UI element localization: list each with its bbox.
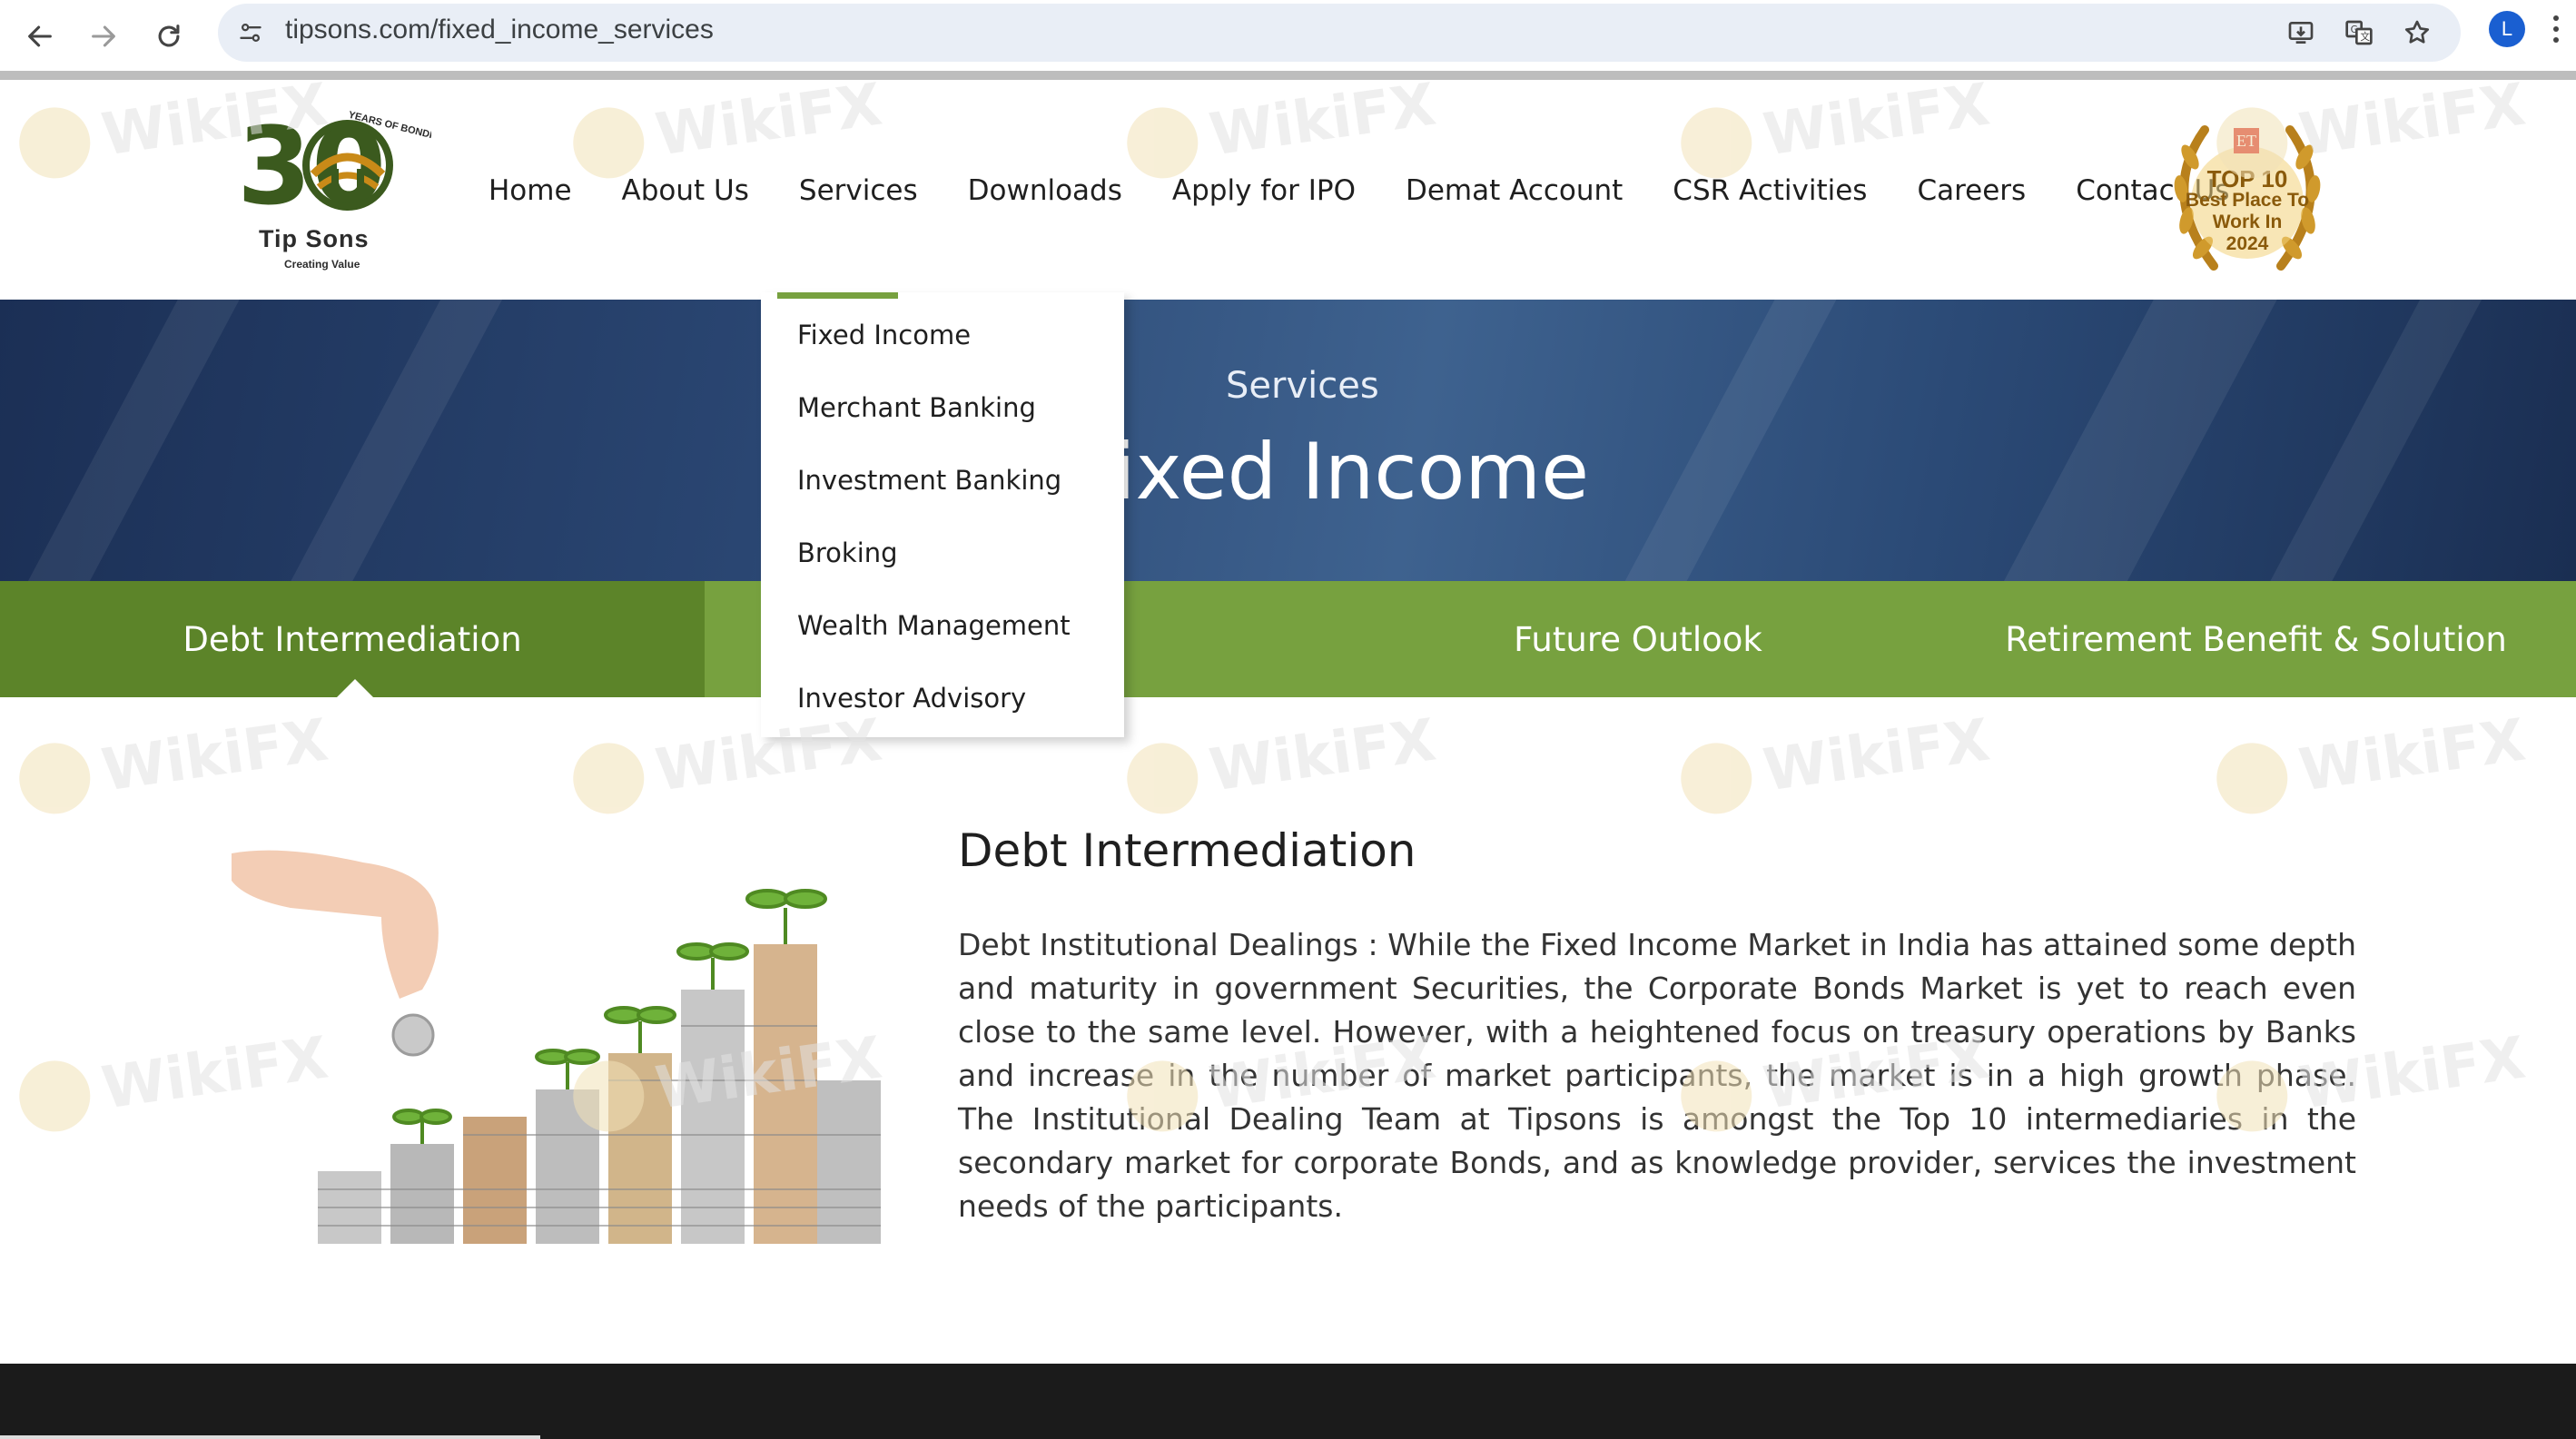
tab-retirement-benefit-solution[interactable]: Retirement Benefit & Solution [1936,581,2576,697]
site-info-button[interactable] [231,13,271,53]
hero-banner: Services ixed Income [0,300,2576,581]
award-text: TOP 10 Best Place To Work In 2024 [2181,165,2314,255]
install-app-icon [2288,22,2314,44]
et-badge: ET [2234,128,2259,153]
install-app-button[interactable] [2281,13,2321,53]
coins-plant-image [227,844,890,1244]
award-line-1: TOP 10 [2206,165,2288,192]
profile-avatar[interactable]: L [2489,11,2525,47]
forward-arrow-icon [92,25,115,47]
award-line-3: Work In [2212,212,2283,232]
tab-future-outlook[interactable]: Future Outlook [1340,581,1936,697]
logo-tagline: Creating Value [284,258,360,271]
watermark: WikiFX [15,705,332,819]
active-tab-pointer [337,679,373,697]
menu-item-investment-banking[interactable]: Investment Banking [797,465,1061,496]
svg-text:文: 文 [2360,31,2370,43]
wikifx-logo-icon [568,738,649,819]
nav-careers[interactable]: Careers [1917,174,2026,220]
bookmark-star-icon [2404,20,2430,44]
back-button[interactable] [13,9,67,64]
watermark: WikiFX [2212,705,2530,819]
section-body-text: Debt Institutional Dealings : While the … [958,927,2356,1224]
reload-icon [158,25,180,47]
browser-toolbar: tipsons.com/fixed_income_services G文 L [0,0,2576,73]
nav-home[interactable]: Home [489,174,572,220]
site-footer [0,1364,2576,1439]
menu-item-investor-advisory[interactable]: Investor Advisory [797,683,1026,714]
hero-decor [1945,300,2341,581]
back-arrow-icon [28,25,52,47]
coins-growth-illustration [232,850,881,1244]
hero-decor [235,300,582,581]
site-header: 30 YEARS OF BONDING Tip Sons Creating Va… [0,80,2576,300]
nav-services[interactable]: Services [799,174,918,220]
hero-decor [0,300,310,581]
service-tabs: Debt Intermediation e team Future Outloo… [0,581,2576,697]
logo-name: Tip Sons [259,225,370,252]
wikifx-logo-icon [15,738,95,819]
wikifx-logo-icon [2212,738,2293,819]
services-dropdown-menu: Fixed Income Merchant Banking Investment… [761,292,1124,737]
award-line-4: 2024 [2226,233,2269,254]
site-info-icon [240,23,262,43]
wikifx-logo-icon [15,1056,95,1137]
nav-downloads[interactable]: Downloads [968,174,1122,220]
forward-button[interactable] [76,9,131,64]
reload-button[interactable] [142,9,196,64]
nav-demat-account[interactable]: Demat Account [1406,174,1623,220]
section-title: Debt Intermediation [958,824,1416,877]
menu-item-merchant-banking[interactable]: Merchant Banking [797,392,1036,423]
bookmark-button[interactable] [2397,13,2437,53]
wikifx-logo-icon [1676,738,1757,819]
dropdown-accent-bar [777,292,898,299]
wikifx-logo-icon [1122,738,1203,819]
menu-item-wealth-management[interactable]: Wealth Management [797,610,1071,641]
translate-button[interactable]: G文 [2339,13,2379,53]
menu-item-fixed-income[interactable]: Fixed Income [797,320,971,350]
award-badge: ET TOP 10 Best Place To Work In 2024 [2150,103,2344,293]
menu-item-broking[interactable]: Broking [797,537,898,568]
hero-decor [1579,300,1926,581]
award-line-2: Best Place To [2185,190,2310,211]
watermark: WikiFX [1122,705,1440,819]
nav-apply-for-ipo[interactable]: Apply for IPO [1172,174,1356,220]
logo-emblem: 30 YEARS OF BONDING [237,103,448,229]
tipsons-logo[interactable]: 30 YEARS OF BONDING Tip Sons Creating Va… [232,103,448,285]
watermark: WikiFX [1676,705,1994,819]
hero-decor [2215,300,2561,581]
url-text[interactable]: tipsons.com/fixed_income_services [285,15,714,45]
main-nav: Home About Us Services Downloads Apply f… [489,174,2230,220]
more-menu-icon[interactable] [2542,7,2570,51]
hero-subtitle: Services [1226,365,1379,407]
svg-text:G: G [2351,24,2358,35]
address-bar[interactable]: tipsons.com/fixed_income_services G文 [218,4,2461,62]
nav-csr-activities[interactable]: CSR Activities [1673,174,1867,220]
page-load-bar [0,71,2576,80]
nav-about-us[interactable]: About Us [622,174,749,220]
footer-divider [0,1435,540,1439]
translate-icon: G文 [2345,20,2373,45]
